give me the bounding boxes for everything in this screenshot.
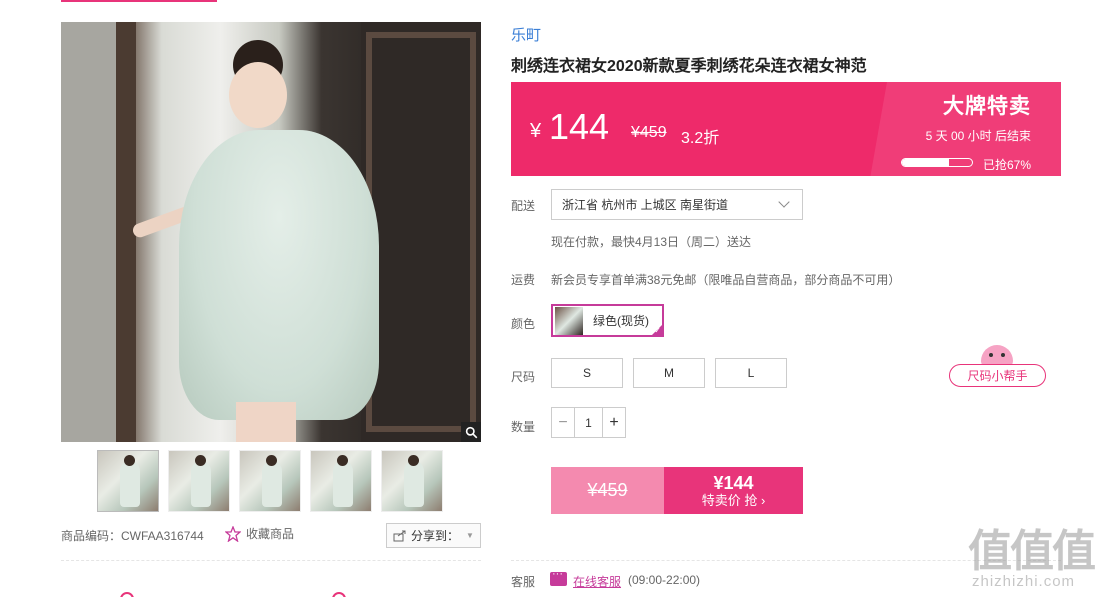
promo-title: 大牌特卖 [943, 95, 1031, 118]
quantity-stepper: − 1 + [551, 407, 626, 438]
chevron-down-icon [778, 196, 790, 208]
thumbnail[interactable] [239, 450, 301, 512]
check-icon: ✓ [654, 326, 661, 335]
thumbnail[interactable] [97, 450, 159, 512]
delivery-note: 现在付款，最快4月13日（周二）送达 [551, 235, 752, 249]
countdown: 5 天 00 小时 后结束 [925, 129, 1031, 143]
currency-sign: ¥ [530, 120, 542, 142]
price-banner: ¥ 144 ¥459 3.2折 大牌特卖 5 天 00 小时 后结束 已抢67% [511, 82, 1061, 176]
bottom-icon-row [120, 590, 420, 597]
discount-rate: 3.2折 [681, 130, 720, 147]
color-option-green[interactable]: 绿色(现货) ✓ [551, 304, 664, 337]
main-product-image[interactable] [61, 22, 481, 442]
delivery-label: 配送 [511, 199, 536, 213]
photo-wall [61, 22, 121, 442]
product-code-label: 商品编码： [61, 529, 122, 543]
size-helper[interactable]: 尺码小帮手 [949, 345, 1046, 387]
photo-dress [179, 130, 379, 420]
quantity-label: 数量 [511, 420, 536, 434]
product-code: 商品编码： CWFAA316744 [61, 527, 204, 544]
current-price: 144 [549, 106, 610, 147]
color-option-label: 绿色(现货) [593, 314, 649, 328]
buy-now-price: ¥144 [713, 472, 754, 493]
thumbnail[interactable] [310, 450, 372, 512]
site-watermark: 值值值 zhizhizhi.com [968, 515, 1113, 595]
buy-now-button[interactable]: ¥144 特卖价 抢 › [664, 467, 803, 514]
favorite-label: 收藏商品 [246, 527, 295, 541]
chat-icon[interactable] [550, 568, 567, 586]
watermark-logo: 值值值 [968, 526, 1096, 577]
size-option-m[interactable]: M [633, 358, 705, 388]
brand-link[interactable]: 乐町 [511, 24, 541, 45]
size-option-s[interactable]: S [551, 358, 623, 388]
size-option-l[interactable]: L [715, 358, 787, 388]
size-helper-label: 尺码小帮手 [949, 364, 1046, 387]
share-icon [393, 530, 406, 541]
service-hours: (09:00-22:00) [628, 573, 701, 587]
product-title: 刺绣连衣裙女2020新款夏季刺绣花朵连衣裙女神范 [511, 58, 867, 75]
circle-icon [120, 592, 134, 597]
color-thumbnail [555, 306, 583, 335]
thumbnail-strip [97, 450, 443, 512]
sold-progress-bar [901, 158, 973, 167]
online-service-link[interactable]: 在线客服 [573, 573, 621, 590]
sold-progress-fill [902, 159, 949, 166]
service-label: 客服 [511, 575, 536, 589]
divider [61, 560, 481, 561]
quantity-value[interactable]: 1 [574, 408, 603, 437]
increment-button[interactable]: + [603, 408, 625, 437]
buy-original-price: ¥459 [551, 467, 664, 514]
shipping-label: 运费 [511, 273, 536, 287]
photo-legs [236, 402, 296, 442]
sold-percent: 已抢67% [982, 158, 1031, 172]
address-select[interactable]: 浙江省 杭州市 上城区 南星街道 [551, 189, 803, 220]
top-accent-line [61, 0, 217, 2]
buy-bar: ¥459 ¥144 特卖价 抢 › [551, 467, 803, 514]
watermark-url: zhizhizhi.com [972, 573, 1076, 590]
favorite-button[interactable]: 收藏商品 [225, 525, 294, 542]
address-value: 浙江省 杭州市 上城区 南星街道 [562, 198, 729, 212]
zoom-icon[interactable] [461, 422, 481, 442]
original-price: ¥459 [631, 124, 667, 141]
photo-door-frame [366, 32, 476, 432]
star-icon [225, 525, 241, 542]
thumbnail[interactable] [381, 450, 443, 512]
product-code-value: CWFAA316744 [121, 528, 204, 543]
decrement-button[interactable]: − [552, 408, 574, 437]
color-label: 颜色 [511, 317, 536, 331]
thumbnail[interactable] [168, 450, 230, 512]
shipping-note: 新会员专享首单满38元免邮（限唯品自营商品，部分商品不可用） [551, 273, 901, 287]
size-label: 尺码 [511, 370, 536, 384]
chevron-down-icon: ▼ [466, 531, 474, 540]
circle-icon [332, 592, 346, 597]
buy-now-label: 特卖价 抢 › [701, 492, 766, 508]
photo-face [229, 62, 287, 128]
share-label: 分享到： [411, 529, 460, 543]
share-button[interactable]: 分享到： ▼ [386, 523, 481, 548]
